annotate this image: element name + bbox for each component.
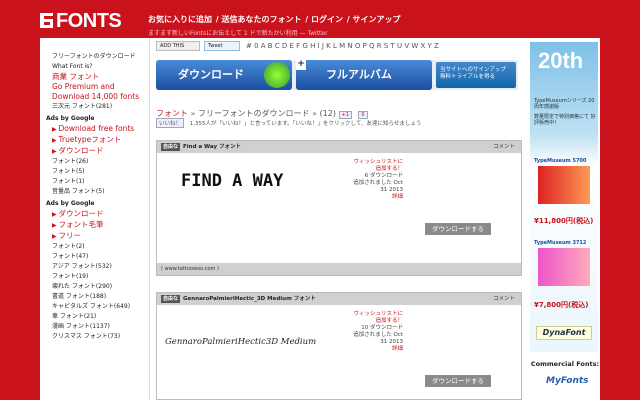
download-count: 10 ダウンロード [361,325,403,331]
source-credit[interactable]: ( www.tattoowoo.com ) [157,263,521,275]
facebook-like-button[interactable]: いいね！ [156,118,185,128]
wishlist-info: ウィッシュリストに追加する！ 10 ダウンロード 追加されました Oct 31 … [349,311,403,353]
logo-text: FONTS [56,10,122,32]
sidebar-item[interactable]: フォント(2) [40,242,149,252]
nav-favorite[interactable]: お気に入りに追加 [148,15,212,24]
sidebar-item[interactable]: 壊れた フォント(290) [40,282,149,292]
ad-brand: DynaFont [536,326,592,340]
ad-link[interactable]: ダウンロード [40,209,149,220]
download-arrow-icon [264,62,290,88]
trial-button[interactable]: 当サイトへのサインアップ 無料トライアルを得る [436,62,516,88]
details-link[interactable]: 詳細 [349,346,403,353]
sidebar-item[interactable]: フォント(47) [40,252,149,262]
sidebar: フリーフォントのダウンロード What Font is? 商業 フォント Go … [40,38,150,400]
ad-product: TypeMuseum 5700 [534,158,587,164]
ads-title: Ads by Google [46,200,95,207]
banner-full-label: フルアルバム [326,68,392,81]
myfonts-logo[interactable]: MyFonts [546,376,589,386]
header-subtitle: ますます新しいFontsにお伝えして 1 ドで新たかい利用 — Twitter [148,30,328,37]
card-header: 自由な GennaroPalmieriHectic_3D Medium フォント … [157,293,521,305]
free-tag: 自由な [161,143,181,151]
comment-link[interactable]: コメント [493,293,515,305]
sidebar-item[interactable]: フォント(1) [40,177,149,187]
font-name[interactable]: GennaroPalmieriHectic_3D Medium フォント [183,296,316,302]
ad-price: ¥11,800円(税込) [534,217,594,225]
breadcrumb-count: (12) [319,109,336,118]
page-body: フリーフォントのダウンロード What Font is? 商業 フォント Go … [40,38,600,400]
ad-price: ¥7,800円(税込) [534,301,589,309]
breadcrumb-sep: » [312,109,317,118]
top-header: FONTS お気に入りに追加 / 送信あなたのフォント / ログイン / サイン… [0,0,640,38]
ads-title: Ads by Google [46,115,95,122]
download-count: 6 ダウンロード [364,173,403,179]
typemuseum-ad[interactable]: 20th TypeMuseumシリーズ 20周年感謝版 数量限定で特別価格にて … [530,42,598,352]
sidebar-item[interactable]: 車 フォント(21) [40,312,149,322]
font-preview-text: GennaroPalmieriHectic3D Medium [165,337,316,347]
comment-link[interactable]: コメント [493,141,515,153]
breadcrumb-current: フリーフォントのダウンロード [198,109,310,118]
ad-link[interactable]: フォント毛筆 [40,220,149,231]
breadcrumb-root[interactable]: フォント [156,109,188,118]
nav-login[interactable]: ログイン [311,15,343,24]
details-link[interactable]: 詳細 [349,194,403,201]
breadcrumb-sep: » [190,109,196,118]
font-name[interactable]: Find a Way フォント [183,144,241,150]
ad-link[interactable]: Download free fonts [40,124,149,135]
ad-headline: 20th [538,48,584,73]
font-card: 自由な GennaroPalmieriHectic_3D Medium フォント … [156,292,522,400]
card-header: 自由な Find a Way フォント コメント [157,141,521,153]
commercial-fonts-title: Commercial Fonts: [530,360,600,368]
wishlist-info: ウィッシュリストに追加する！ 6 ダウンロード 追加されました Oct 31 2… [349,159,403,201]
sidebar-what-font[interactable]: What Font is? [40,62,149,72]
download-button[interactable]: ダウンロードする [425,223,491,235]
site-logo[interactable]: FONTS [40,10,122,33]
plus-icon: + [296,59,306,70]
ad-product: TypeMuseum 3712 [534,240,587,246]
sidebar-item[interactable]: 三次元 フォント(281) [40,102,149,112]
sidebar-go-premium[interactable]: Go Premium and Download 14,000 fonts [40,82,149,102]
ad-link[interactable]: Truetypeフォント [40,135,149,146]
facebook-like-text: 1,355人が「いいね！」と言っています。「いいね！」をクリックして、友達に知ら… [189,121,422,127]
download-button[interactable]: ダウンロードする [425,375,491,387]
addthis-button[interactable]: ADD THIS [156,41,200,51]
logo-icon [40,13,53,28]
added-date: 追加されました Oct 31 2013 [353,180,403,193]
font-preview[interactable]: FIND A WAY [179,167,299,191]
sidebar-item[interactable]: 音量品 フォント(5) [40,187,149,197]
font-preview-text: FIND A WAY [181,171,284,191]
free-tag: 自由な [161,295,181,303]
sidebar-item[interactable]: フォント(5) [40,167,149,177]
font-preview[interactable]: GennaroPalmieriHectic3D Medium [163,331,333,349]
ad-link[interactable]: ダウンロード [40,146,149,157]
banner-download-label: ダウンロード [178,68,244,81]
sidebar-item[interactable]: フォント(19) [40,272,149,282]
nav-submit-font[interactable]: 送信あなたのフォント [222,15,302,24]
nav-signup[interactable]: サインアップ [353,15,401,24]
sidebar-item[interactable]: 書道 フォント(188) [40,292,149,302]
wishlist-link[interactable]: ウィッシュリストに追加する！ [349,311,403,325]
banner-full-album-button[interactable]: フルアルバム [296,60,432,90]
ad-description: 数量限定で特別価格にて 好評販売中！ [534,114,596,126]
ad-subtitle: TypeMuseumシリーズ 20周年感謝版 [534,98,595,110]
sidebar-item[interactable]: キャピタルズ フォント(649) [40,302,149,312]
product-box-image [538,166,590,204]
banner: ダウンロード フルアルバム + 当サイトへのサインアップ 無料トライアルを得る [156,60,518,90]
sidebar-free-download[interactable]: フリーフォントのダウンロード [40,52,149,62]
sidebar-item[interactable]: アジア フォント(532) [40,262,149,272]
sidebar-item[interactable]: クリスマス フォント(73) [40,332,149,342]
added-date: 追加されました Oct 31 2013 [353,332,403,345]
top-nav: お気に入りに追加 / 送信あなたのフォント / ログイン / サインアップ [148,15,401,24]
sidebar-item[interactable]: フォント(26) [40,157,149,167]
sidebar-commercial[interactable]: 商業 フォント [40,72,149,82]
wishlist-link[interactable]: ウィッシュリストに追加する！ [349,159,403,173]
font-card: 自由な Find a Way フォント コメント FIND A WAY ウィッシュ… [156,140,522,276]
sidebar-item[interactable]: 漫画 フォント(1137) [40,322,149,332]
product-box-image [538,248,590,286]
facebook-like-row: いいね！ 1,355人が「いいね！」と言っています。「いいね！」をクリックして、… [156,118,421,128]
tweet-button[interactable]: Tweet [204,41,240,51]
ad-link[interactable]: フリー [40,231,149,242]
